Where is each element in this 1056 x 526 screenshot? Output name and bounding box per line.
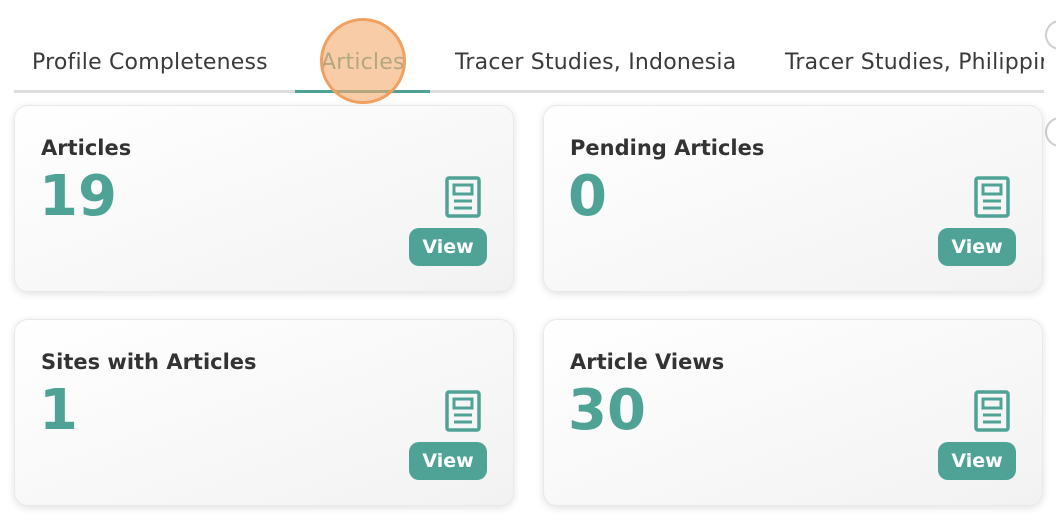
card-title: Sites with Articles (41, 350, 257, 374)
document-icon (974, 176, 1010, 218)
tab-profile-completeness[interactable]: Profile Completeness (32, 50, 268, 75)
card-title: Article Views (570, 350, 725, 374)
stat-card-articles: Articles 19 View (14, 105, 514, 292)
tab-articles[interactable]: Articles (321, 50, 405, 75)
document-icon (974, 390, 1010, 432)
card-value: 30 (568, 378, 646, 443)
stat-card-pending-articles: Pending Articles 0 View (543, 105, 1043, 292)
tab-tracer-studies-indonesia[interactable]: Tracer Studies, Indonesia (455, 50, 736, 75)
card-value: 0 (568, 164, 607, 229)
card-value: 19 (39, 164, 117, 229)
view-pending-articles-button[interactable]: View (938, 228, 1016, 266)
document-icon (445, 390, 481, 432)
tab-overflow-clip: Tracer Studies, Philippines (784, 38, 1044, 90)
card-value: 1 (39, 378, 78, 443)
card-title: Pending Articles (570, 136, 765, 160)
active-tab-indicator (295, 90, 430, 93)
scroll-arrow-icon[interactable] (1045, 117, 1056, 147)
view-article-views-button[interactable]: View (938, 442, 1016, 480)
stat-card-sites-with-articles: Sites with Articles 1 View (14, 319, 514, 506)
dashboard-page: Profile Completeness Articles Tracer Stu… (0, 0, 1056, 526)
view-sites-with-articles-button[interactable]: View (409, 442, 487, 480)
tab-tracer-studies-philippines[interactable]: Tracer Studies, Philippines (785, 50, 1044, 75)
document-icon (445, 176, 481, 218)
tab-bar: Profile Completeness Articles Tracer Stu… (14, 38, 1044, 93)
card-title: Articles (41, 136, 132, 160)
scroll-arrow-icon[interactable] (1045, 20, 1056, 50)
stat-card-article-views: Article Views 30 View (543, 319, 1043, 506)
view-articles-button[interactable]: View (409, 228, 487, 266)
